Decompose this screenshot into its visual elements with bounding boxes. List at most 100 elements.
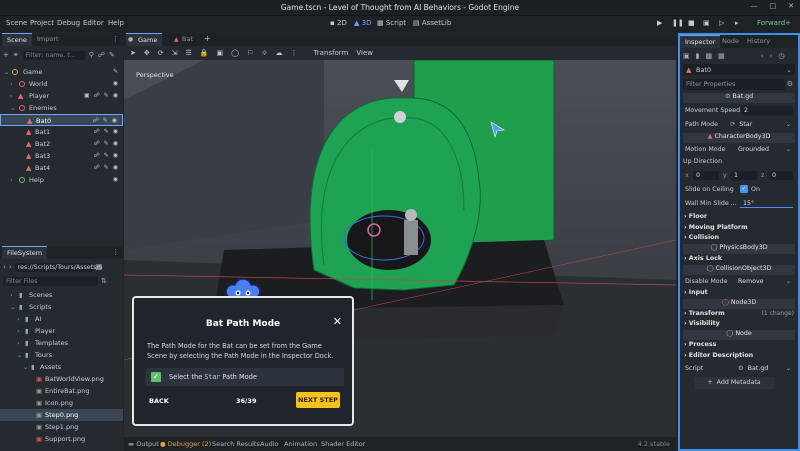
- transform-menu[interactable]: Transform: [314, 49, 349, 57]
- scale-mode-icon[interactable]: ⇲: [172, 49, 178, 57]
- list-select-icon[interactable]: ☰: [186, 49, 192, 57]
- open-folder-icon[interactable]: ▮: [696, 52, 700, 60]
- workspace-script[interactable]: ▦ Script: [377, 19, 406, 27]
- tab-filesystem[interactable]: FileSystem: [2, 246, 48, 259]
- snap-icon[interactable]: ⚐: [247, 49, 253, 57]
- save-icon[interactable]: ▩: [705, 52, 712, 60]
- tree-node-player[interactable]: › ▲ Player ▣ ☍ ✎ ◉: [0, 90, 123, 102]
- next-step-button[interactable]: NEXT STEP: [296, 392, 340, 408]
- movement-speed-field[interactable]: 2: [741, 106, 793, 115]
- wall-min-field[interactable]: 15°: [740, 199, 793, 208]
- sun-icon[interactable]: ☼: [261, 49, 267, 57]
- sort-icon[interactable]: ⇅: [101, 278, 107, 285]
- transform-category[interactable]: › Transform: [684, 310, 725, 317]
- view-menu[interactable]: View: [356, 49, 373, 57]
- add-tab-icon[interactable]: +: [204, 34, 211, 43]
- disable-mode-select[interactable]: Remove ⌄: [735, 277, 793, 286]
- file-item-support[interactable]: ▣ Support.png: [0, 433, 123, 445]
- renderer-select[interactable]: Forward+: [757, 19, 791, 27]
- add-metadata-button[interactable]: + Add Metadata: [694, 377, 774, 389]
- process-category[interactable]: › Process: [684, 341, 716, 348]
- link-icon[interactable]: ⚭: [13, 51, 19, 59]
- visibility-category[interactable]: › Visibility: [684, 320, 720, 327]
- file-item-scripts[interactable]: ⌄ ▮ Scripts: [0, 301, 123, 313]
- tab-inspector[interactable]: Inspector: [680, 35, 721, 48]
- debugger-tab[interactable]: ● Debugger (2): [160, 440, 211, 448]
- settings-icon[interactable]: ⚙: [787, 80, 793, 88]
- file-item-tours[interactable]: ⌄ ▮ Tours: [0, 349, 123, 361]
- filesystem-filter-input[interactable]: Filter Files: [3, 277, 98, 286]
- history-forward-icon[interactable]: ›: [770, 52, 773, 60]
- output-tab[interactable]: ▬ Output: [128, 440, 159, 448]
- shader-editor-tab[interactable]: Shader Editor: [321, 440, 365, 448]
- pause-icon[interactable]: ❚❚: [672, 19, 684, 27]
- rotate-mode-icon[interactable]: ⟳: [158, 49, 164, 57]
- floor-category[interactable]: › Floor: [684, 213, 707, 220]
- new-resource-icon[interactable]: ▣: [683, 52, 690, 60]
- stop-icon[interactable]: ■: [688, 19, 695, 27]
- menu-scene[interactable]: Scene: [6, 19, 27, 27]
- dock-menu-icon[interactable]: ⋮: [112, 248, 119, 256]
- back-icon[interactable]: ‹: [3, 264, 6, 271]
- axis-lock-category[interactable]: › Axis Lock: [684, 255, 722, 262]
- lock-icon[interactable]: 🔒: [200, 49, 209, 57]
- file-item-ai[interactable]: › ▮ AI: [0, 313, 123, 325]
- tree-node-bat2[interactable]: ▲ Bat2 ☍ ✎ ◉: [0, 138, 123, 150]
- tree-node-world[interactable]: › World ◉: [0, 78, 123, 90]
- node-selector[interactable]: ▲ Bat0 ⌄: [683, 64, 795, 75]
- object-history-icon[interactable]: ◷: [778, 52, 784, 60]
- perspective-menu[interactable]: Perspective: [136, 71, 174, 79]
- filter-icon[interactable]: ⚲: [89, 51, 94, 59]
- search-results-tab[interactable]: Search Results: [212, 440, 260, 448]
- menu-editor[interactable]: Editor: [83, 19, 104, 27]
- select-mode-icon[interactable]: ➤: [130, 49, 136, 57]
- close-icon[interactable]: ✕: [333, 315, 342, 328]
- tree-node-bat3[interactable]: ▲ Bat3 ☍ ✎ ◉: [0, 150, 123, 162]
- collision-category[interactable]: › Collision: [684, 234, 719, 241]
- audio-tab[interactable]: Audio: [260, 440, 278, 448]
- environment-icon[interactable]: ☁: [276, 49, 283, 57]
- characterbody-section[interactable]: ▲ CharacterBody3D: [683, 133, 795, 143]
- node3d-section[interactable]: ◯ Node3D: [683, 299, 795, 309]
- motion-mode-select[interactable]: Grounded ⌄: [735, 145, 793, 154]
- up-y-field[interactable]: 1: [731, 171, 757, 180]
- more-icon[interactable]: ⋮: [291, 49, 298, 57]
- file-item-icon[interactable]: ▣ Icon.png: [0, 397, 123, 409]
- up-z-field[interactable]: 0: [769, 171, 793, 180]
- up-x-field[interactable]: 0: [693, 171, 719, 180]
- close-icon[interactable]: ✕: [788, 2, 794, 10]
- menu-debug[interactable]: Debug: [57, 19, 80, 27]
- play-custom-icon[interactable]: ▸: [735, 19, 739, 27]
- maximize-icon[interactable]: □: [770, 2, 777, 10]
- script-icon[interactable]: ✎: [109, 51, 115, 59]
- file-item-step1[interactable]: ▣ Step1.png: [0, 421, 123, 433]
- script-section-header[interactable]: ⚙ Bat.gd: [683, 93, 795, 103]
- file-item-player[interactable]: › ▮ Player: [0, 325, 123, 337]
- animation-tab[interactable]: Animation: [284, 440, 317, 448]
- filesystem-path-input[interactable]: res://Scripts/Tours/Assets/S: [14, 263, 102, 272]
- group-icon[interactable]: ▣: [217, 49, 224, 57]
- workspace-3d[interactable]: ▲ 3D: [354, 19, 371, 27]
- checkbox-icon[interactable]: ✓: [740, 185, 748, 193]
- menu-help[interactable]: Help: [108, 19, 124, 27]
- file-item-scenes[interactable]: › ▮ Scenes: [0, 289, 123, 301]
- instance-icon[interactable]: ☍: [98, 51, 105, 59]
- tab-scene[interactable]: Scene: [2, 33, 32, 46]
- file-item-entirebat[interactable]: ▣ EntireBat.png: [0, 385, 123, 397]
- file-item-step0[interactable]: ▣ Step0.png: [0, 409, 123, 421]
- history-back-icon[interactable]: ‹: [761, 52, 764, 60]
- tree-node-enemies[interactable]: ⌄ Enemies: [0, 102, 123, 114]
- input-category[interactable]: › Input: [684, 289, 708, 296]
- workspace-2d[interactable]: ▪ 2D: [330, 19, 347, 27]
- tree-node-game[interactable]: ⌄ Game ✎: [0, 66, 123, 78]
- script-resource-field[interactable]: ⚙ Bat.gd ⌄: [735, 364, 793, 373]
- tab-import[interactable]: Import: [32, 33, 64, 46]
- move-mode-icon[interactable]: ✥: [144, 49, 150, 57]
- minimize-icon[interactable]: —: [751, 2, 758, 10]
- file-item-templates[interactable]: › ▮ Templates: [0, 337, 123, 349]
- forward-icon[interactable]: ›: [9, 264, 12, 271]
- play-scene-icon[interactable]: ▷: [719, 19, 724, 27]
- local-space-icon[interactable]: ◯: [231, 49, 239, 57]
- tree-node-help[interactable]: › Help ◉: [0, 174, 123, 186]
- back-button[interactable]: BACK: [149, 397, 169, 405]
